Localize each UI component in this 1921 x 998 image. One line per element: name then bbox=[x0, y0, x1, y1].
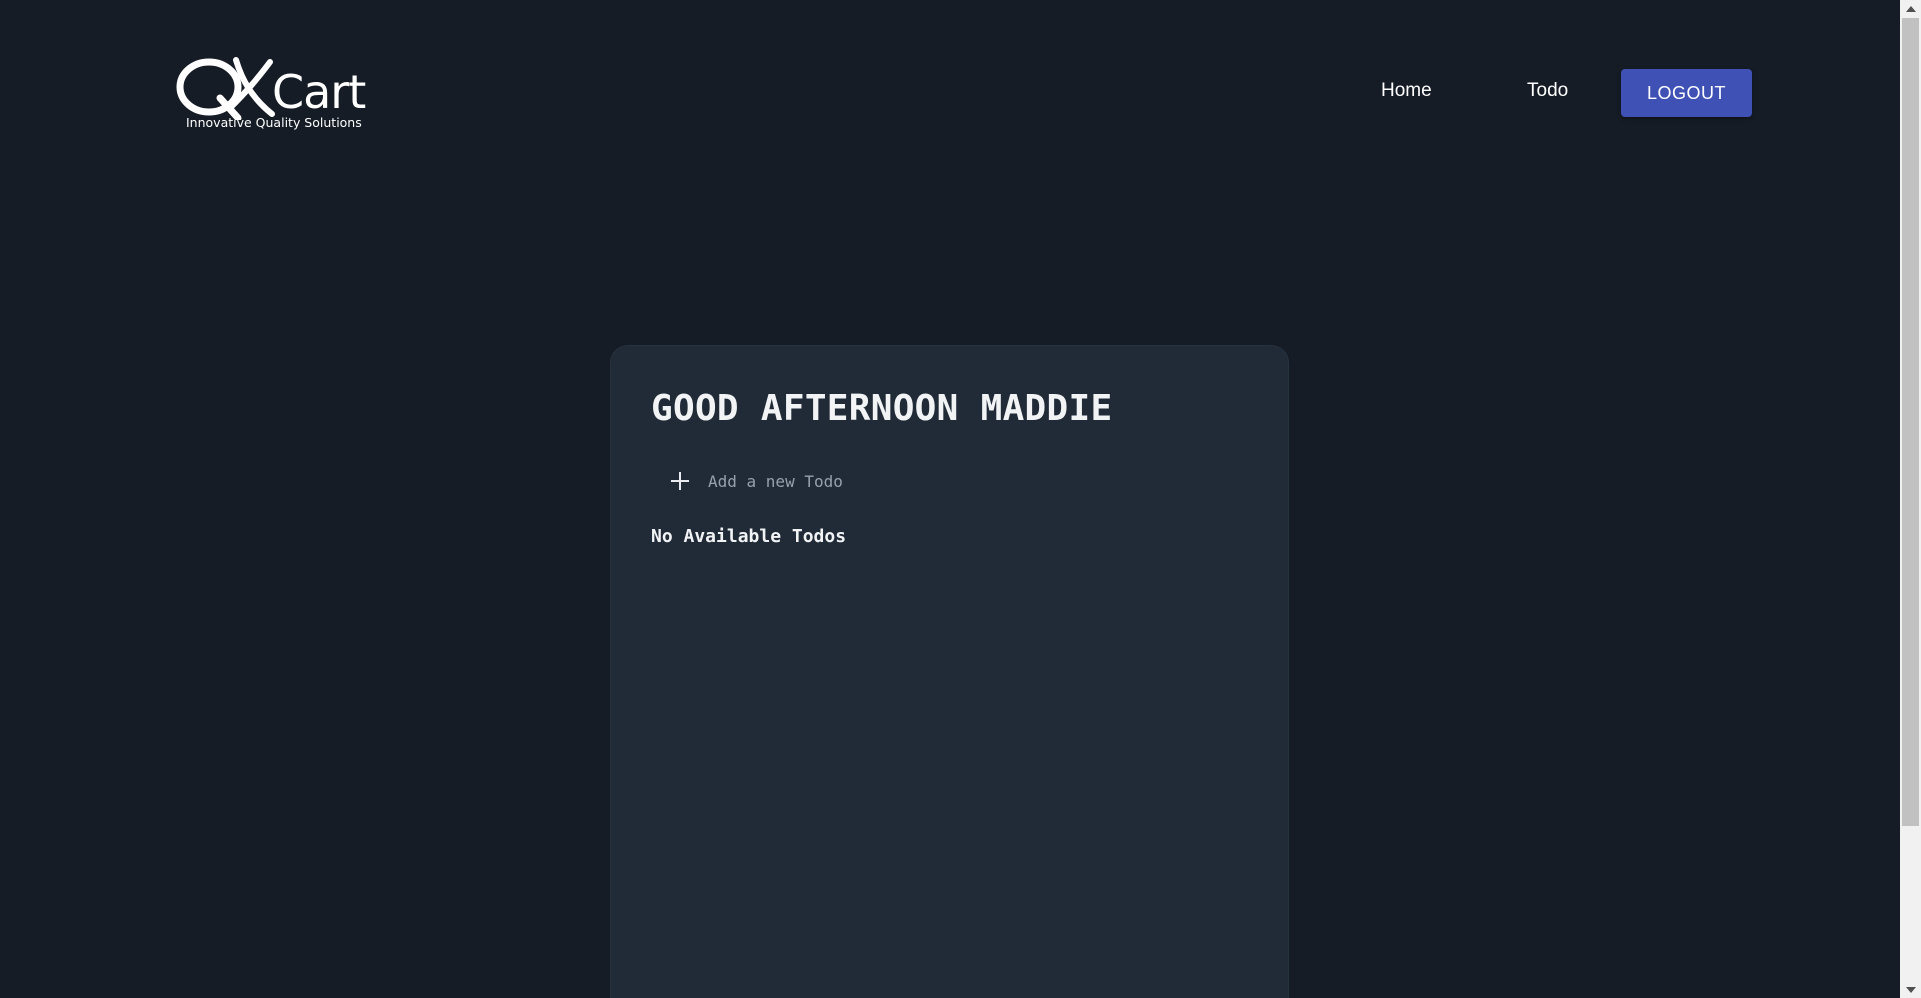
logo-tagline: Innovative Quality Solutions bbox=[186, 115, 362, 130]
logout-button[interactable]: LOGOUT bbox=[1621, 69, 1752, 117]
greeting-heading: GOOD AFTERNOON MADDIE bbox=[651, 388, 1113, 429]
qkart-logo[interactable]: Cart Innovative Quality Solutions bbox=[176, 54, 372, 134]
empty-todos-message: No Available Todos bbox=[651, 526, 847, 547]
scroll-up-arrow-icon[interactable] bbox=[1900, 0, 1921, 17]
nav-home-link[interactable]: Home bbox=[1381, 80, 1432, 102]
nav-todo-link[interactable]: Todo bbox=[1527, 80, 1568, 102]
qk-logo-mark-icon bbox=[176, 57, 275, 120]
scrollbar-thumb[interactable] bbox=[1902, 18, 1919, 826]
todo-card: GOOD AFTERNOON MADDIE No Available Todos bbox=[610, 345, 1289, 998]
add-todo-input[interactable] bbox=[708, 471, 1008, 491]
add-todo-row[interactable] bbox=[671, 466, 1008, 496]
plus-icon[interactable] bbox=[671, 472, 689, 490]
logo-wordmark: Cart bbox=[272, 65, 366, 119]
scroll-down-arrow-icon[interactable] bbox=[1900, 981, 1921, 998]
app-page: Cart Innovative Quality Solutions Home T… bbox=[0, 0, 1921, 998]
vertical-scrollbar[interactable] bbox=[1900, 0, 1921, 998]
